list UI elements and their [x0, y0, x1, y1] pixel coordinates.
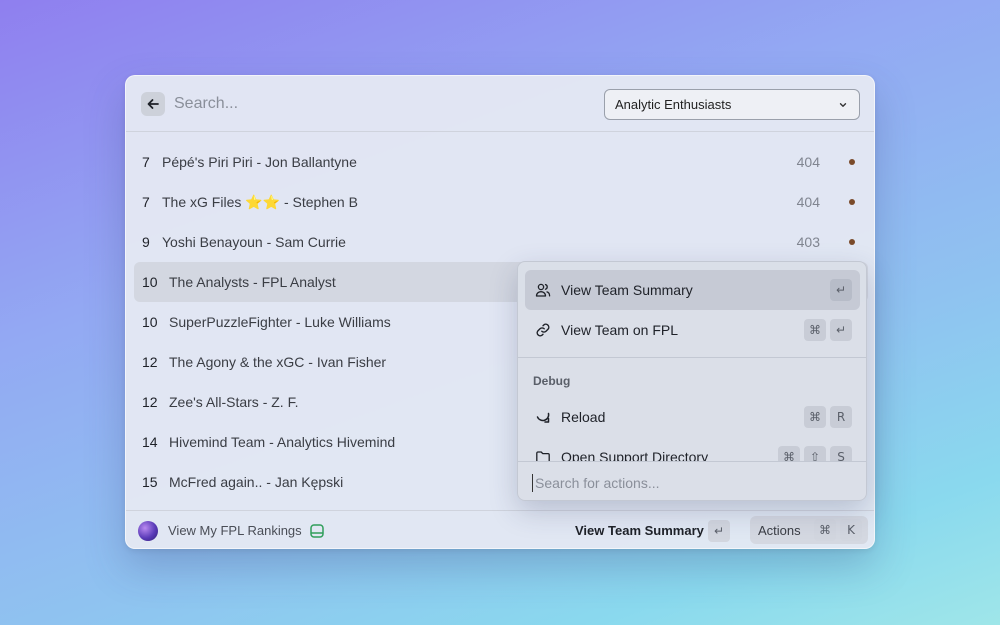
rank: 10 — [142, 314, 158, 330]
shortcut: ⌘ R — [804, 406, 852, 428]
reload-icon — [536, 412, 550, 423]
shortcut: ↵ — [830, 279, 852, 301]
rank: 7 — [142, 194, 150, 210]
action-list: View Team Summary ↵ View Team on FPL ⌘ ↵… — [518, 262, 866, 461]
action-panel: View Team Summary ↵ View Team on FPL ⌘ ↵… — [517, 261, 867, 501]
cmd-key-hint: ⌘ — [804, 319, 826, 341]
rank: 12 — [142, 354, 158, 370]
r-key-hint: R — [830, 406, 852, 428]
actions-label: Actions — [758, 522, 801, 538]
users-icon — [535, 283, 551, 297]
rank: 10 — [142, 274, 158, 290]
actions-button[interactable]: Actions ⌘ K — [750, 516, 868, 544]
back-button[interactable] — [141, 92, 165, 116]
rank: 7 — [142, 154, 150, 170]
link-icon — [536, 323, 550, 337]
shortcut: ⌘ ⇧ S — [778, 446, 852, 461]
arrow-left-icon — [147, 99, 159, 109]
list-item[interactable]: 7 Pépé's Piri Piri - Jon Ballantyne 404 — [134, 142, 868, 182]
status-dot — [849, 199, 855, 205]
k-key-hint: K — [840, 519, 862, 541]
s-key-hint: S — [830, 446, 852, 461]
cmd-key-hint: ⌘ — [814, 519, 836, 541]
premier-league-logo-icon — [138, 521, 158, 541]
points: 404 — [796, 154, 820, 170]
status-dot — [849, 239, 855, 245]
team-name: Pépé's Piri Piri - Jon Ballantyne — [162, 154, 357, 170]
cmd-key-hint: ⌘ — [804, 406, 826, 428]
rank: 12 — [142, 394, 158, 410]
toast-status-icon[interactable] — [309, 523, 325, 539]
points: 403 — [796, 234, 820, 250]
action-label: Open Support Directory — [561, 449, 709, 461]
league-dropdown[interactable]: Analytic Enthusiasts — [604, 89, 860, 120]
enter-key-hint: ↵ — [830, 319, 852, 341]
primary-action-button[interactable]: View Team Summary — [575, 523, 704, 538]
list-item[interactable]: 7 The xG Files ⭐⭐ - Stephen B 404 — [134, 182, 868, 222]
rank: 14 — [142, 434, 158, 450]
search-bar: Analytic Enthusiasts — [126, 76, 874, 132]
action-view-team-on-fpl[interactable]: View Team on FPL ⌘ ↵ — [525, 310, 860, 350]
rank: 15 — [142, 474, 158, 490]
section-title-debug: Debug — [533, 374, 571, 388]
action-bar: View My FPL Rankings View Team Summary ↵… — [126, 510, 874, 548]
enter-key-hint: ↵ — [708, 520, 730, 542]
status-dot — [849, 159, 855, 165]
action-view-team-summary[interactable]: View Team Summary ↵ — [525, 270, 860, 310]
action-label: View Team Summary — [561, 282, 693, 298]
chevron-down-icon — [839, 103, 847, 107]
cmd-key-hint: ⌘ — [778, 446, 800, 461]
action-reload[interactable]: Reload ⌘ R — [525, 397, 860, 437]
shortcut: ⌘ ↵ — [804, 319, 852, 341]
footer-title: View My FPL Rankings — [168, 523, 302, 538]
action-open-support-directory[interactable]: Open Support Directory ⌘ ⇧ S — [525, 437, 860, 461]
enter-key-hint: ↵ — [830, 279, 852, 301]
action-label: View Team on FPL — [561, 322, 678, 338]
rank: 9 — [142, 234, 150, 250]
points: 404 — [796, 194, 820, 210]
team-name: Yoshi Benayoun - Sam Currie — [162, 234, 346, 250]
list-item[interactable]: 9 Yoshi Benayoun - Sam Currie 403 — [134, 222, 868, 262]
action-search — [518, 461, 866, 500]
search-input[interactable] — [174, 92, 554, 116]
action-label: Reload — [561, 409, 606, 425]
section-divider — [518, 357, 866, 358]
team-name: The xG Files ⭐⭐ - Stephen B — [162, 193, 358, 210]
folder-icon — [536, 451, 550, 461]
action-search-input[interactable] — [532, 474, 852, 492]
league-dropdown-value: Analytic Enthusiasts — [615, 97, 732, 112]
shift-key-hint: ⇧ — [804, 446, 826, 461]
